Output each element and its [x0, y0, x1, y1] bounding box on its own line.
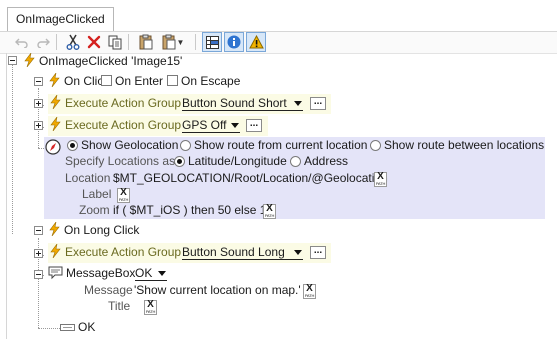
event-root-label: OnImageClicked — [39, 54, 128, 68]
message-box-icon — [48, 266, 63, 280]
zoom-label: Zoom — [79, 203, 110, 217]
action-group-value: Button Sound Long — [182, 245, 285, 259]
show-geolocation-radio[interactable] — [67, 140, 78, 151]
messagebox-buttons-select[interactable]: OK — [135, 266, 167, 281]
ellipsis-button[interactable]: ... — [310, 246, 326, 259]
event-bolt-icon — [49, 222, 60, 236]
toolbar-separator — [56, 34, 57, 50]
ok-branch-icon — [60, 324, 75, 331]
lat-long-label: Latitude/Longitude — [188, 154, 287, 168]
ellipsis-button[interactable]: ... — [246, 119, 262, 132]
expand-toggle[interactable] — [34, 249, 43, 258]
tree-line — [12, 64, 13, 234]
label-label: Label — [82, 187, 112, 201]
specify-locations-label: Specify Locations as — [65, 154, 176, 168]
tree-line — [38, 328, 60, 329]
info-icon[interactable] — [224, 32, 244, 52]
collapse-toggle[interactable] — [34, 270, 43, 279]
message-label: Message — [84, 283, 133, 297]
cut-icon[interactable] — [63, 32, 83, 52]
ok-branch-label: OK — [78, 320, 96, 334]
delete-icon[interactable] — [84, 32, 104, 52]
dropdown-arrow-icon — [294, 250, 302, 255]
grid-icon[interactable] — [202, 32, 222, 52]
tree-line — [38, 88, 39, 148]
action-label: Execute Action Group — [65, 118, 182, 132]
action-label: Execute Action Group — [65, 245, 182, 259]
collapse-toggle[interactable] — [8, 56, 17, 65]
xpath-button[interactable]: X PATH — [144, 300, 157, 315]
route-from-current-radio[interactable] — [180, 140, 191, 151]
copy-icon[interactable] — [105, 32, 125, 52]
tab-onimageclicked[interactable]: OnImageClicked — [7, 7, 114, 31]
action-group-select[interactable]: Button Sound Long — [182, 245, 303, 260]
undo-icon[interactable] — [12, 32, 32, 52]
dropdown-arrow-icon — [158, 271, 166, 276]
compass-icon — [45, 139, 61, 155]
route-between-label: Show route between locations — [384, 138, 545, 152]
title-label: Title — [108, 299, 131, 313]
xpath-button[interactable]: X PATH — [263, 204, 276, 219]
paste-icon[interactable] — [136, 32, 156, 52]
route-from-current-label: Show route from current location — [194, 138, 368, 152]
event-root: OnImageClicked 'Image15' — [39, 53, 182, 69]
location-value[interactable]: $MT_GEOLOCATION/Root/Location/@Geolocati… — [113, 170, 388, 186]
event-root-target: 'Image15' — [131, 54, 183, 68]
redo-icon[interactable] — [33, 32, 53, 52]
on-enter-label: On Enter — [115, 74, 164, 88]
route-between-radio[interactable] — [370, 140, 381, 151]
toolbar-separator — [195, 34, 196, 50]
zoom-value[interactable]: if ( $MT_iOS ) then 50 else 10 — [113, 202, 273, 218]
address-radio[interactable] — [290, 156, 301, 167]
xpath-button[interactable]: X PATH — [303, 284, 316, 299]
action-bolt-icon — [50, 117, 61, 131]
collapse-toggle[interactable] — [34, 226, 43, 235]
lat-long-radio[interactable] — [174, 156, 185, 167]
collapse-toggle[interactable] — [34, 77, 43, 86]
message-value[interactable]: 'Show current location on map.' — [134, 282, 301, 298]
address-label: Address — [304, 154, 349, 168]
ellipsis-button[interactable]: ... — [310, 97, 326, 110]
on-escape-label: On Escape — [181, 74, 241, 88]
warning-icon[interactable] — [246, 32, 266, 52]
event-bolt-icon — [24, 53, 35, 67]
dropdown-arrow-icon — [294, 101, 302, 106]
toolbar-separator — [128, 34, 129, 50]
on-enter-checkbox[interactable] — [101, 75, 112, 86]
paste-special-icon[interactable]: ▼ — [160, 32, 186, 52]
action-bolt-icon — [50, 95, 61, 109]
action-label: Execute Action Group — [65, 96, 182, 110]
on-long-click-label: On Long Click — [64, 223, 140, 237]
dropdown-arrow-icon — [231, 123, 239, 128]
action-group-value: GPS Off — [182, 118, 227, 132]
on-escape-checkbox[interactable] — [167, 75, 178, 86]
show-geolocation-label: Show Geolocation — [81, 138, 179, 152]
action-group-select[interactable]: GPS Off — [182, 118, 240, 133]
xpath-button[interactable]: X PATH — [374, 172, 387, 187]
messagebox-buttons-value: OK — [135, 266, 153, 280]
expand-toggle[interactable] — [34, 99, 43, 108]
location-label: Location — [65, 171, 111, 185]
messagebox-label: MessageBox — [66, 266, 136, 280]
event-bolt-icon — [49, 73, 60, 87]
chevron-down-icon: ▼ — [176, 37, 185, 47]
action-bolt-icon — [50, 244, 61, 258]
expand-toggle[interactable] — [34, 121, 43, 130]
xpath-button[interactable]: X PATH — [117, 188, 130, 203]
action-group-value: Button Sound Short — [182, 96, 287, 110]
action-group-select[interactable]: Button Sound Short — [182, 96, 303, 111]
